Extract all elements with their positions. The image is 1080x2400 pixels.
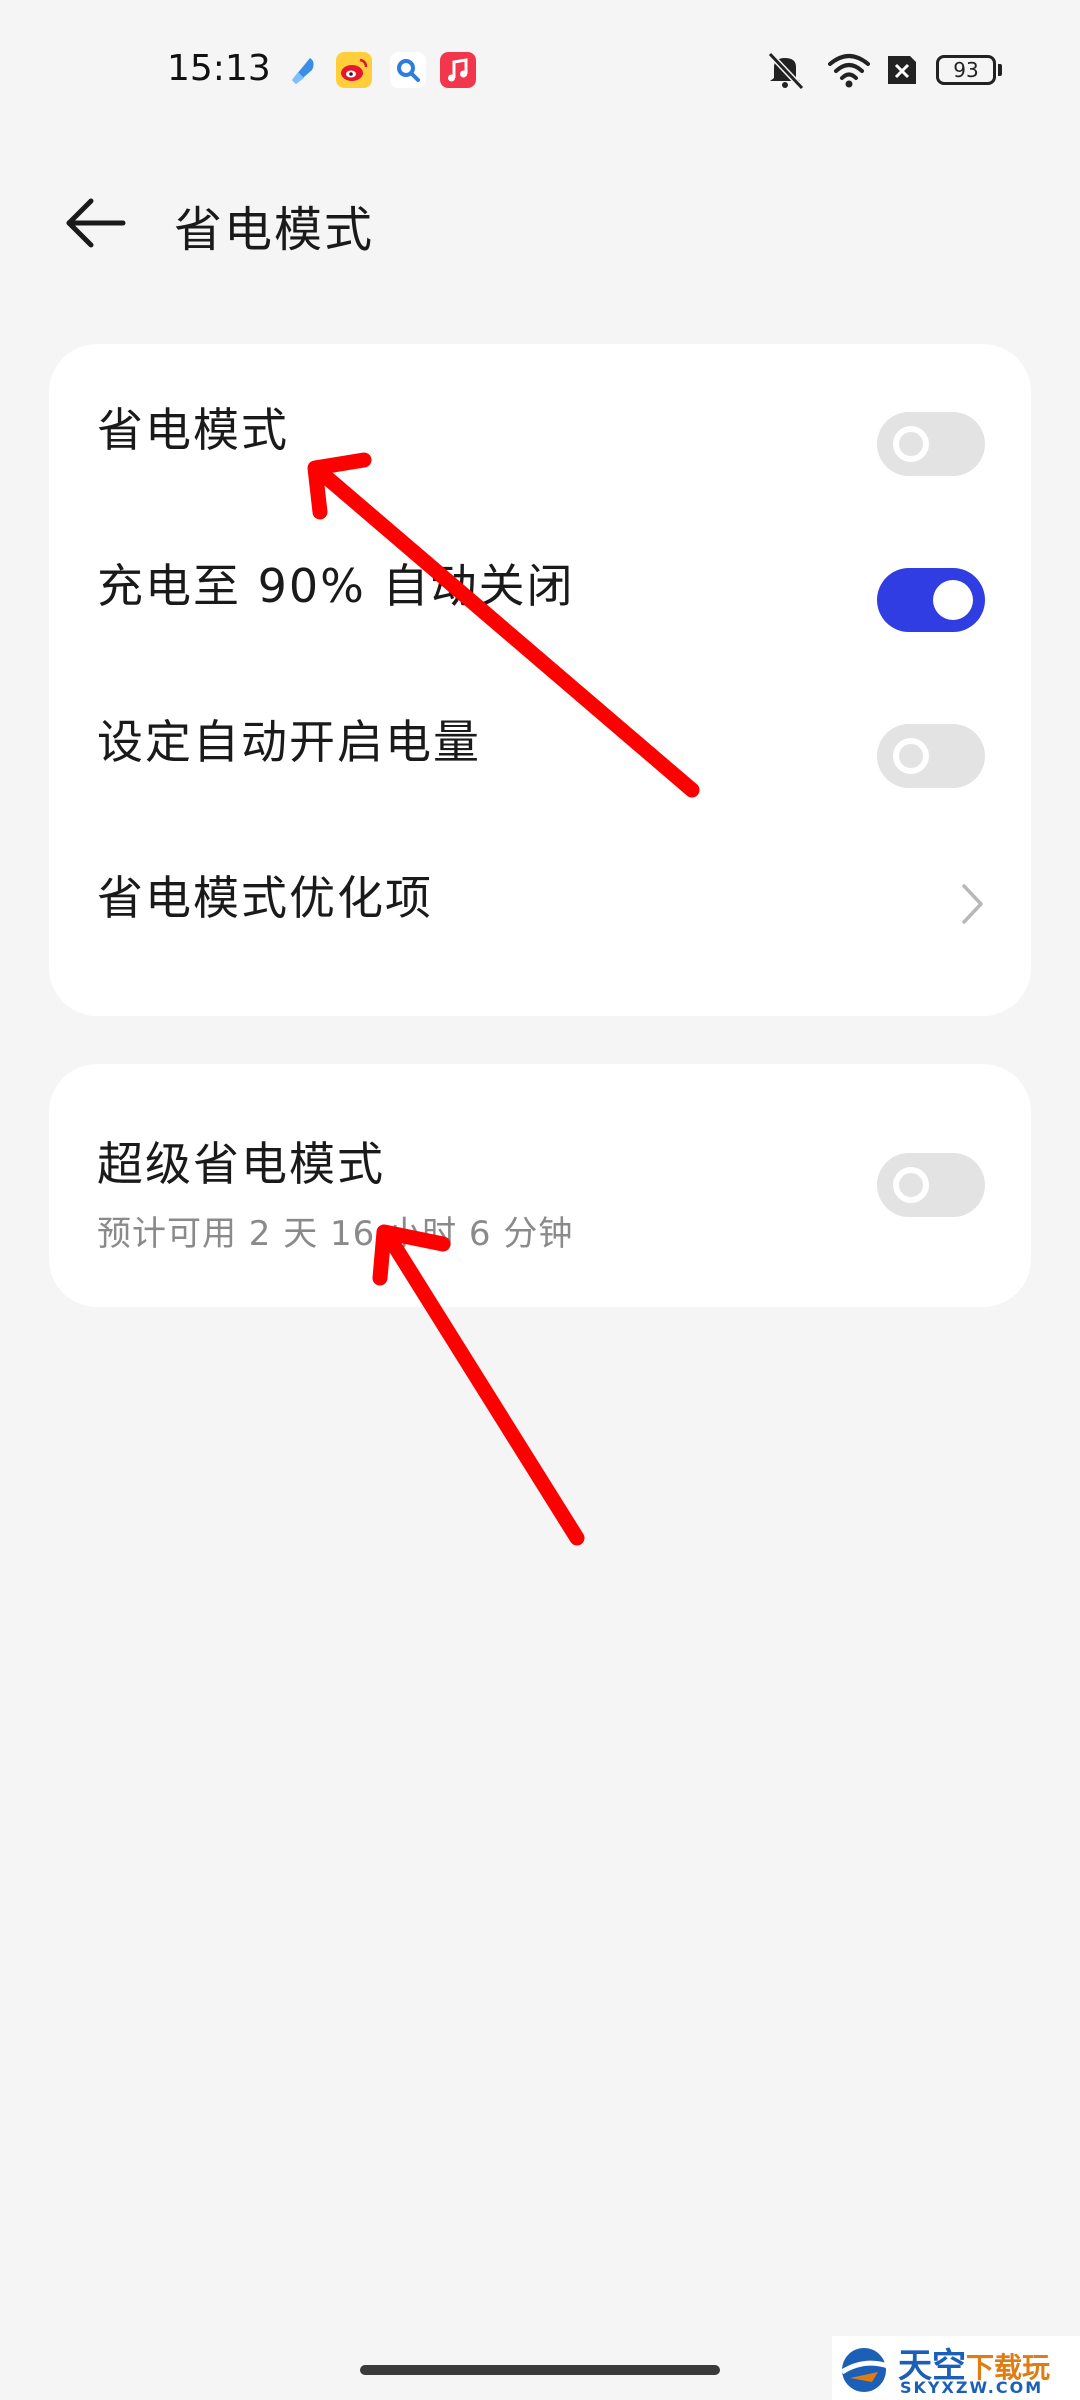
music-icon: [440, 52, 476, 88]
sky-logo-icon: [840, 2348, 889, 2392]
home-indicator[interactable]: [360, 2365, 720, 2375]
battery-tip: [998, 64, 1002, 76]
auto-off-90-label: 充电至 90% 自动关闭: [97, 559, 575, 613]
auto-on-level-row[interactable]: 设定自动开启电量: [49, 656, 1031, 812]
auto-off-90-toggle[interactable]: [877, 568, 985, 632]
super-saver-row[interactable]: 超级省电模式 预计可用 2 天 16 小时 6 分钟: [49, 1064, 1031, 1307]
auto-off-90-row[interactable]: 充电至 90% 自动关闭: [49, 500, 1031, 656]
super-saver-card: 超级省电模式 预计可用 2 天 16 小时 6 分钟: [49, 1064, 1031, 1307]
super-saver-subtitle: 预计可用 2 天 16 小时 6 分钟: [97, 1214, 574, 1254]
back-button[interactable]: [55, 188, 135, 258]
power-saving-toggle[interactable]: [877, 412, 985, 476]
blue-app-icon: [292, 58, 314, 84]
optimization-row[interactable]: 省电模式优化项: [49, 812, 1031, 968]
page-title: 省电模式: [174, 202, 375, 258]
toggle-knob: [893, 1167, 929, 1203]
super-saver-toggle[interactable]: [877, 1153, 985, 1217]
optimization-label: 省电模式优化项: [97, 871, 433, 925]
page-header: 省电模式: [0, 160, 1080, 280]
toggle-knob: [933, 580, 973, 620]
site-watermark: 天空下载玩 SKYXZW.COM: [832, 2336, 1080, 2400]
watermark-domain: SKYXZW.COM: [900, 2378, 1044, 2397]
arrow-left-icon: [66, 198, 126, 248]
super-saver-label: 超级省电模式: [97, 1137, 385, 1191]
weibo-icon: [336, 52, 372, 88]
mute-icon: [767, 51, 805, 90]
chevron-right-icon: [962, 884, 983, 924]
auto-on-level-toggle[interactable]: [877, 724, 985, 788]
auto-on-level-label: 设定自动开启电量: [97, 715, 481, 769]
power-saving-label: 省电模式: [97, 403, 289, 457]
no-sim-icon: [888, 56, 916, 84]
toggle-knob: [893, 738, 929, 774]
toggle-knob: [893, 426, 929, 462]
settings-card: 省电模式 充电至 90% 自动关闭 设定自动开启电量 省电模式优化项: [49, 344, 1031, 1016]
battery-level: 93: [953, 58, 979, 82]
search-app-icon: [390, 52, 426, 88]
status-time: 15:13: [167, 48, 271, 89]
power-saving-row[interactable]: 省电模式: [49, 344, 1031, 500]
status-bar: 15:13 93: [0, 0, 1080, 140]
wifi-icon: [828, 54, 870, 88]
battery-icon: 93: [936, 55, 996, 85]
